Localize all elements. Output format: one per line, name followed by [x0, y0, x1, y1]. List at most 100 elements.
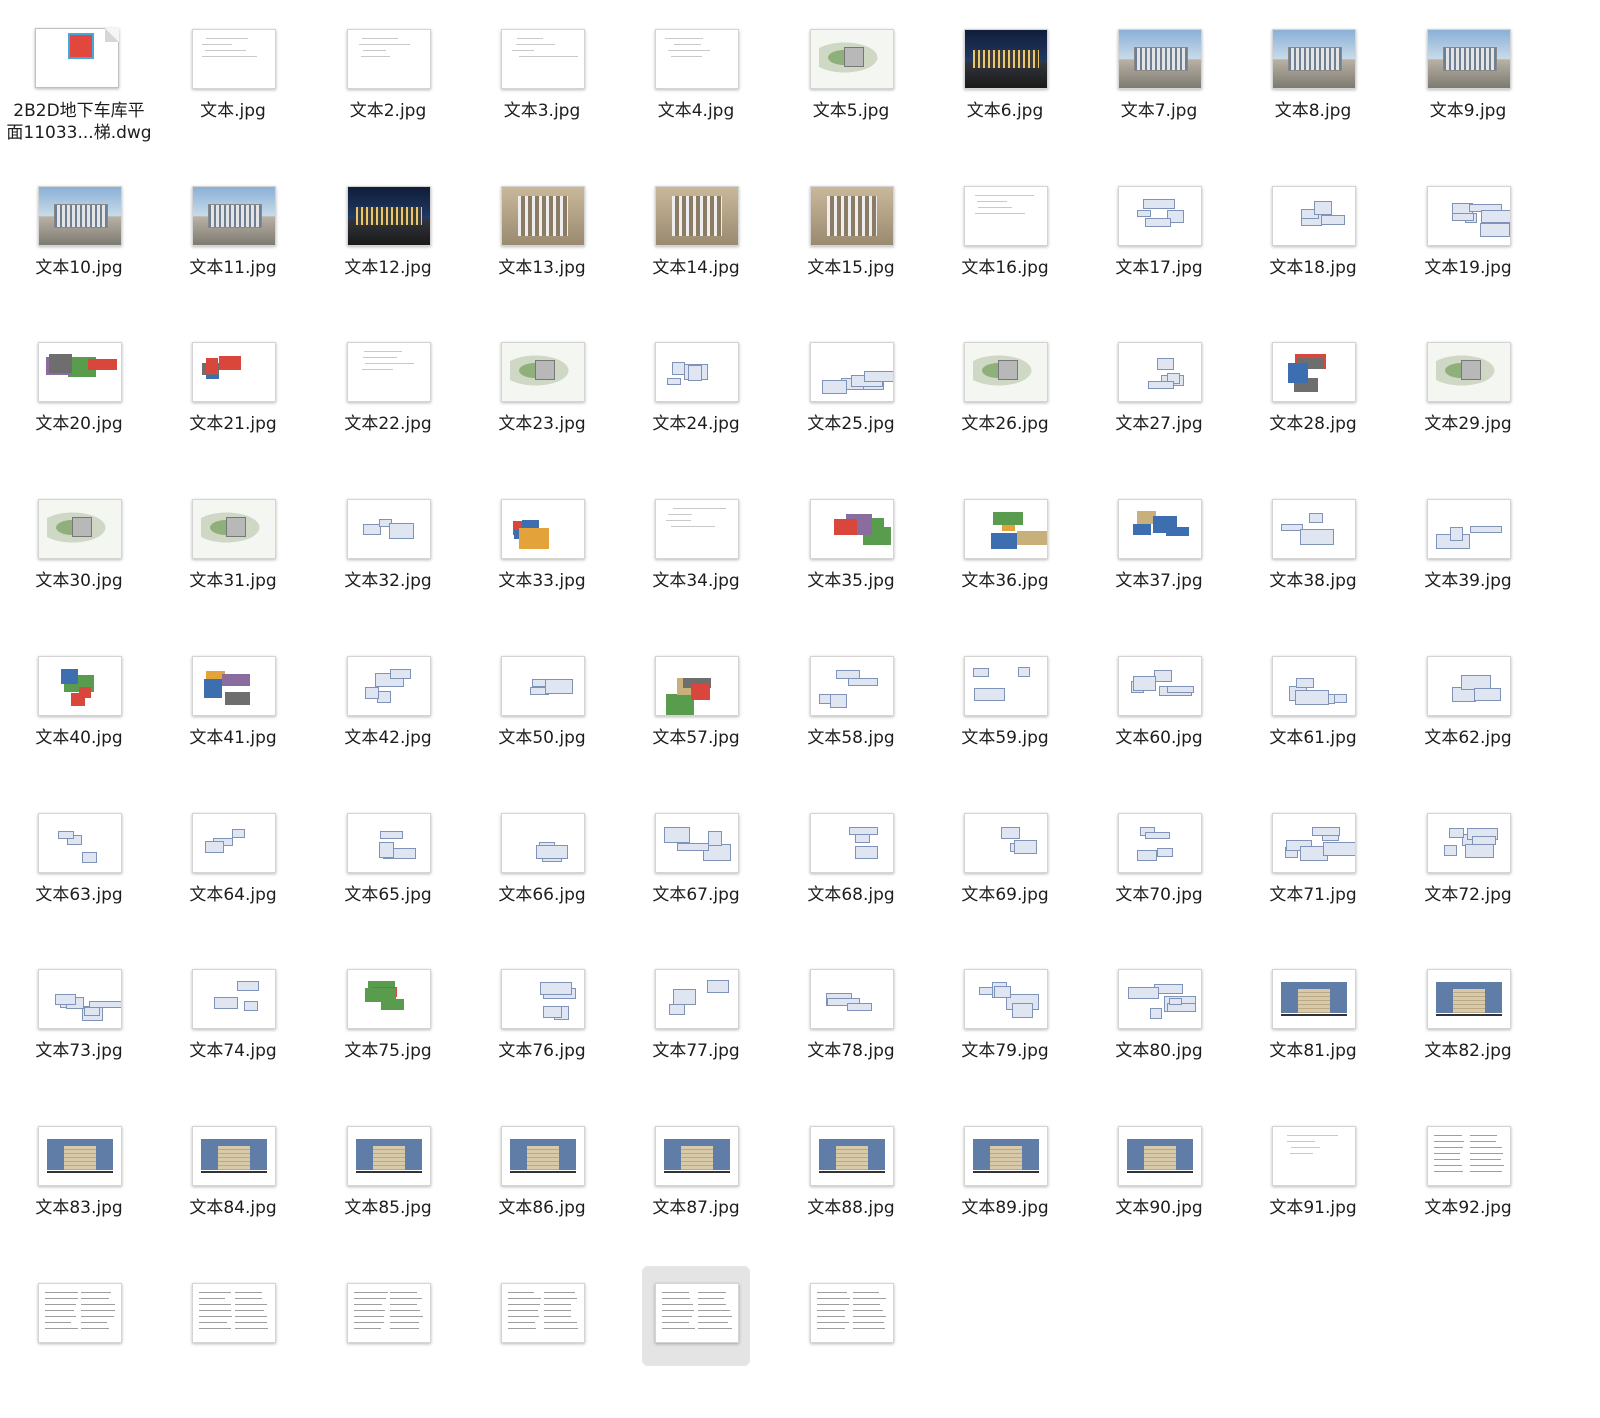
- file-item[interactable]: 文本.jpg: [154, 14, 312, 164]
- file-item[interactable]: 文本41.jpg: [154, 641, 312, 791]
- file-item[interactable]: 文本2.jpg: [309, 14, 467, 164]
- file-thumbnail[interactable]: [179, 1109, 287, 1209]
- file-thumbnail[interactable]: [179, 482, 287, 582]
- file-thumbnail[interactable]: [488, 1109, 596, 1209]
- file-item[interactable]: [309, 1268, 467, 1418]
- file-item[interactable]: 文本50.jpg: [463, 641, 621, 791]
- file-thumbnail[interactable]: [488, 12, 596, 112]
- file-item[interactable]: 文本87.jpg: [617, 1111, 775, 1261]
- file-thumbnail[interactable]: [179, 1266, 287, 1366]
- file-thumbnail[interactable]: [1414, 796, 1522, 896]
- file-item[interactable]: 文本19.jpg: [1389, 171, 1547, 321]
- file-item[interactable]: [772, 1268, 930, 1418]
- file-thumbnail[interactable]: [25, 169, 133, 269]
- file-item[interactable]: 文本11.jpg: [154, 171, 312, 321]
- file-item[interactable]: 文本73.jpg: [0, 954, 158, 1104]
- file-item[interactable]: 文本63.jpg: [0, 798, 158, 948]
- file-thumbnail[interactable]: [334, 1109, 442, 1209]
- file-thumbnail[interactable]: [642, 1266, 750, 1366]
- file-thumbnail[interactable]: [1105, 325, 1213, 425]
- file-thumbnail[interactable]: [334, 325, 442, 425]
- file-item[interactable]: 文本64.jpg: [154, 798, 312, 948]
- file-item[interactable]: 文本8.jpg: [1234, 14, 1392, 164]
- file-thumbnail[interactable]: [1414, 1109, 1522, 1209]
- file-item[interactable]: 文本91.jpg: [1234, 1111, 1392, 1261]
- file-item[interactable]: [0, 1268, 158, 1418]
- file-item[interactable]: 文本22.jpg: [309, 327, 467, 477]
- file-item[interactable]: 文本20.jpg: [0, 327, 158, 477]
- file-thumbnail[interactable]: [488, 952, 596, 1052]
- file-thumbnail[interactable]: [1414, 169, 1522, 269]
- file-thumbnail[interactable]: [1105, 482, 1213, 582]
- file-thumbnail[interactable]: [179, 639, 287, 739]
- file-item[interactable]: 文本35.jpg: [772, 484, 930, 634]
- file-thumbnail[interactable]: [1259, 482, 1367, 582]
- file-thumbnail[interactable]: [334, 639, 442, 739]
- file-thumbnail[interactable]: [25, 1109, 133, 1209]
- file-item[interactable]: 文本13.jpg: [463, 171, 621, 321]
- file-thumbnail[interactable]: [25, 952, 133, 1052]
- file-thumbnail[interactable]: [951, 639, 1059, 739]
- file-thumbnail[interactable]: [1259, 952, 1367, 1052]
- file-thumbnail[interactable]: [797, 639, 905, 739]
- file-item[interactable]: 文本58.jpg: [772, 641, 930, 791]
- file-item[interactable]: 文本68.jpg: [772, 798, 930, 948]
- file-item[interactable]: 文本82.jpg: [1389, 954, 1547, 1104]
- file-thumbnail[interactable]: [25, 796, 133, 896]
- file-thumbnail[interactable]: [951, 12, 1059, 112]
- file-thumbnail[interactable]: [488, 639, 596, 739]
- file-item[interactable]: 文本42.jpg: [309, 641, 467, 791]
- file-item[interactable]: 文本38.jpg: [1234, 484, 1392, 634]
- file-thumbnail[interactable]: [1105, 952, 1213, 1052]
- file-item[interactable]: 文本80.jpg: [1080, 954, 1238, 1104]
- file-item[interactable]: 文本15.jpg: [772, 171, 930, 321]
- file-item[interactable]: [617, 1266, 775, 1418]
- file-item[interactable]: 文本3.jpg: [463, 14, 621, 164]
- file-thumbnail[interactable]: [642, 12, 750, 112]
- file-thumbnail[interactable]: [334, 12, 442, 112]
- file-item[interactable]: 文本88.jpg: [772, 1111, 930, 1261]
- file-thumbnail[interactable]: [1105, 12, 1213, 112]
- file-item[interactable]: 文本31.jpg: [154, 484, 312, 634]
- file-thumbnail[interactable]: [1414, 639, 1522, 739]
- file-item[interactable]: 文本85.jpg: [309, 1111, 467, 1261]
- file-item[interactable]: 文本89.jpg: [926, 1111, 1084, 1261]
- file-thumbnail[interactable]: [797, 169, 905, 269]
- file-thumbnail[interactable]: [25, 325, 133, 425]
- file-item[interactable]: 文本6.jpg: [926, 14, 1084, 164]
- file-item[interactable]: 文本75.jpg: [309, 954, 467, 1104]
- file-item[interactable]: 文本67.jpg: [617, 798, 775, 948]
- file-thumbnail[interactable]: [1259, 325, 1367, 425]
- file-thumbnail[interactable]: [642, 482, 750, 582]
- file-item[interactable]: 文本76.jpg: [463, 954, 621, 1104]
- file-item[interactable]: 文本65.jpg: [309, 798, 467, 948]
- file-item[interactable]: [154, 1268, 312, 1418]
- file-thumbnail[interactable]: [642, 169, 750, 269]
- file-thumbnail[interactable]: [488, 325, 596, 425]
- file-item[interactable]: 文本26.jpg: [926, 327, 1084, 477]
- file-item[interactable]: 文本23.jpg: [463, 327, 621, 477]
- file-thumbnail[interactable]: [1259, 169, 1367, 269]
- file-thumbnail[interactable]: [179, 12, 287, 112]
- file-thumbnail[interactable]: [179, 325, 287, 425]
- file-thumbnail[interactable]: [1414, 325, 1522, 425]
- file-thumbnail[interactable]: [488, 169, 596, 269]
- file-thumbnail[interactable]: [334, 1266, 442, 1366]
- file-item[interactable]: 文本84.jpg: [154, 1111, 312, 1261]
- file-item[interactable]: 文本61.jpg: [1234, 641, 1392, 791]
- file-item[interactable]: 文本66.jpg: [463, 798, 621, 948]
- file-thumbnail[interactable]: [642, 1109, 750, 1209]
- file-thumbnail[interactable]: [1259, 796, 1367, 896]
- file-thumbnail[interactable]: [488, 1266, 596, 1366]
- file-item[interactable]: 文本62.jpg: [1389, 641, 1547, 791]
- file-item[interactable]: 文本40.jpg: [0, 641, 158, 791]
- file-item[interactable]: 文本36.jpg: [926, 484, 1084, 634]
- file-thumbnail[interactable]: [334, 796, 442, 896]
- file-thumbnail[interactable]: [1105, 796, 1213, 896]
- file-item[interactable]: 文本34.jpg: [617, 484, 775, 634]
- file-item[interactable]: 文本81.jpg: [1234, 954, 1392, 1104]
- file-item[interactable]: 文本18.jpg: [1234, 171, 1392, 321]
- file-thumbnail[interactable]: [951, 482, 1059, 582]
- file-thumbnail[interactable]: [179, 169, 287, 269]
- file-item[interactable]: 文本57.jpg: [617, 641, 775, 791]
